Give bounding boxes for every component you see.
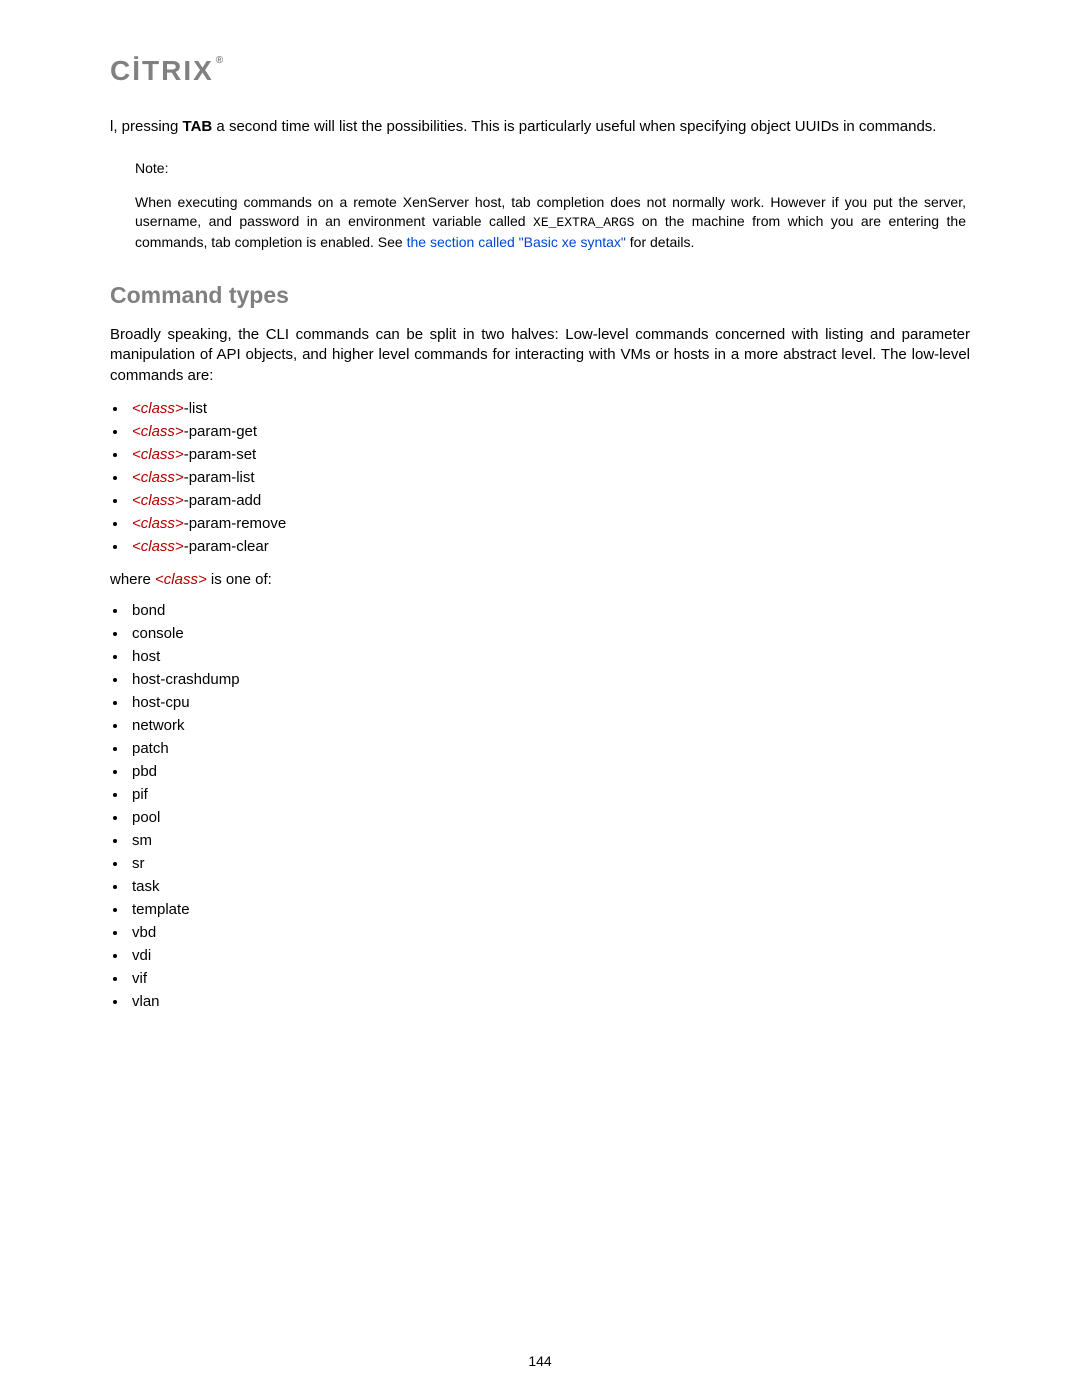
command-list-item: <class>-param-list: [128, 469, 970, 486]
command-suffix: -param-add: [184, 492, 262, 509]
command-list-item: <class>-param-remove: [128, 515, 970, 532]
where-pre: where: [110, 571, 155, 588]
class-list-item: template: [128, 901, 970, 918]
class-list-item: vbd: [128, 924, 970, 941]
command-list: <class>-list<class>-param-get<class>-par…: [128, 400, 970, 555]
basic-xe-syntax-link[interactable]: the section called "Basic xe syntax": [407, 234, 626, 250]
where-post: is one of:: [207, 571, 272, 588]
command-suffix: -list: [184, 400, 207, 417]
where-class: <class>: [155, 571, 207, 588]
citrix-logo: CİTRIX®: [110, 55, 225, 87]
command-list-item: <class>-param-clear: [128, 538, 970, 555]
class-list-item: network: [128, 717, 970, 734]
command-list-item: <class>-param-get: [128, 423, 970, 440]
class-list-item: pbd: [128, 763, 970, 780]
tab-key-label: TAB: [183, 118, 213, 135]
section-paragraph: Broadly speaking, the CLI commands can b…: [110, 325, 970, 386]
class-list-item: bond: [128, 602, 970, 619]
note-label: Note:: [135, 159, 966, 179]
intro-post: a second time will list the possibilitie…: [212, 118, 936, 135]
section-heading: Command types: [110, 282, 970, 309]
class-list-item: patch: [128, 740, 970, 757]
class-placeholder: <class>: [132, 446, 184, 463]
command-list-item: <class>-list: [128, 400, 970, 417]
class-list-item: sr: [128, 855, 970, 872]
class-list-item: host-cpu: [128, 694, 970, 711]
command-suffix: -param-set: [184, 446, 257, 463]
class-placeholder: <class>: [132, 492, 184, 509]
command-suffix: -param-remove: [184, 515, 287, 532]
class-placeholder: <class>: [132, 538, 184, 555]
class-list-item: host: [128, 648, 970, 665]
class-list-item: console: [128, 625, 970, 642]
intro-pre: l, pressing: [110, 118, 183, 135]
class-list-item: host-crashdump: [128, 671, 970, 688]
registered-mark: ®: [216, 55, 225, 66]
note-block: Note: When executing commands on a remot…: [135, 159, 970, 252]
env-var-code: XE_EXTRA_ARGS: [533, 215, 634, 230]
class-list-item: pif: [128, 786, 970, 803]
class-placeholder: <class>: [132, 515, 184, 532]
class-list-item: vdi: [128, 947, 970, 964]
command-list-item: <class>-param-set: [128, 446, 970, 463]
command-suffix: -param-clear: [184, 538, 269, 555]
logo-text: CİTRIX: [110, 55, 214, 86]
command-list-item: <class>-param-add: [128, 492, 970, 509]
command-suffix: -param-list: [184, 469, 255, 486]
where-paragraph: where <class> is one of:: [110, 571, 970, 588]
note-body: When executing commands on a remote XenS…: [135, 193, 966, 252]
document-page: CİTRIX® l, pressing TAB a second time wi…: [0, 0, 1080, 1397]
class-list-item: pool: [128, 809, 970, 826]
class-list-item: sm: [128, 832, 970, 849]
page-number: 144: [0, 1353, 1080, 1369]
class-placeholder: <class>: [132, 400, 184, 417]
class-list-item: vif: [128, 970, 970, 987]
class-placeholder: <class>: [132, 423, 184, 440]
class-list: bond console host host-crashdump host-cpu net…: [128, 602, 970, 1010]
intro-paragraph: l, pressing TAB a second time will list …: [110, 117, 970, 137]
note-seg3: for details.: [626, 234, 694, 250]
class-list-item: vlan: [128, 993, 970, 1010]
command-suffix: -param-get: [184, 423, 257, 440]
class-list-item: task: [128, 878, 970, 895]
class-placeholder: <class>: [132, 469, 184, 486]
